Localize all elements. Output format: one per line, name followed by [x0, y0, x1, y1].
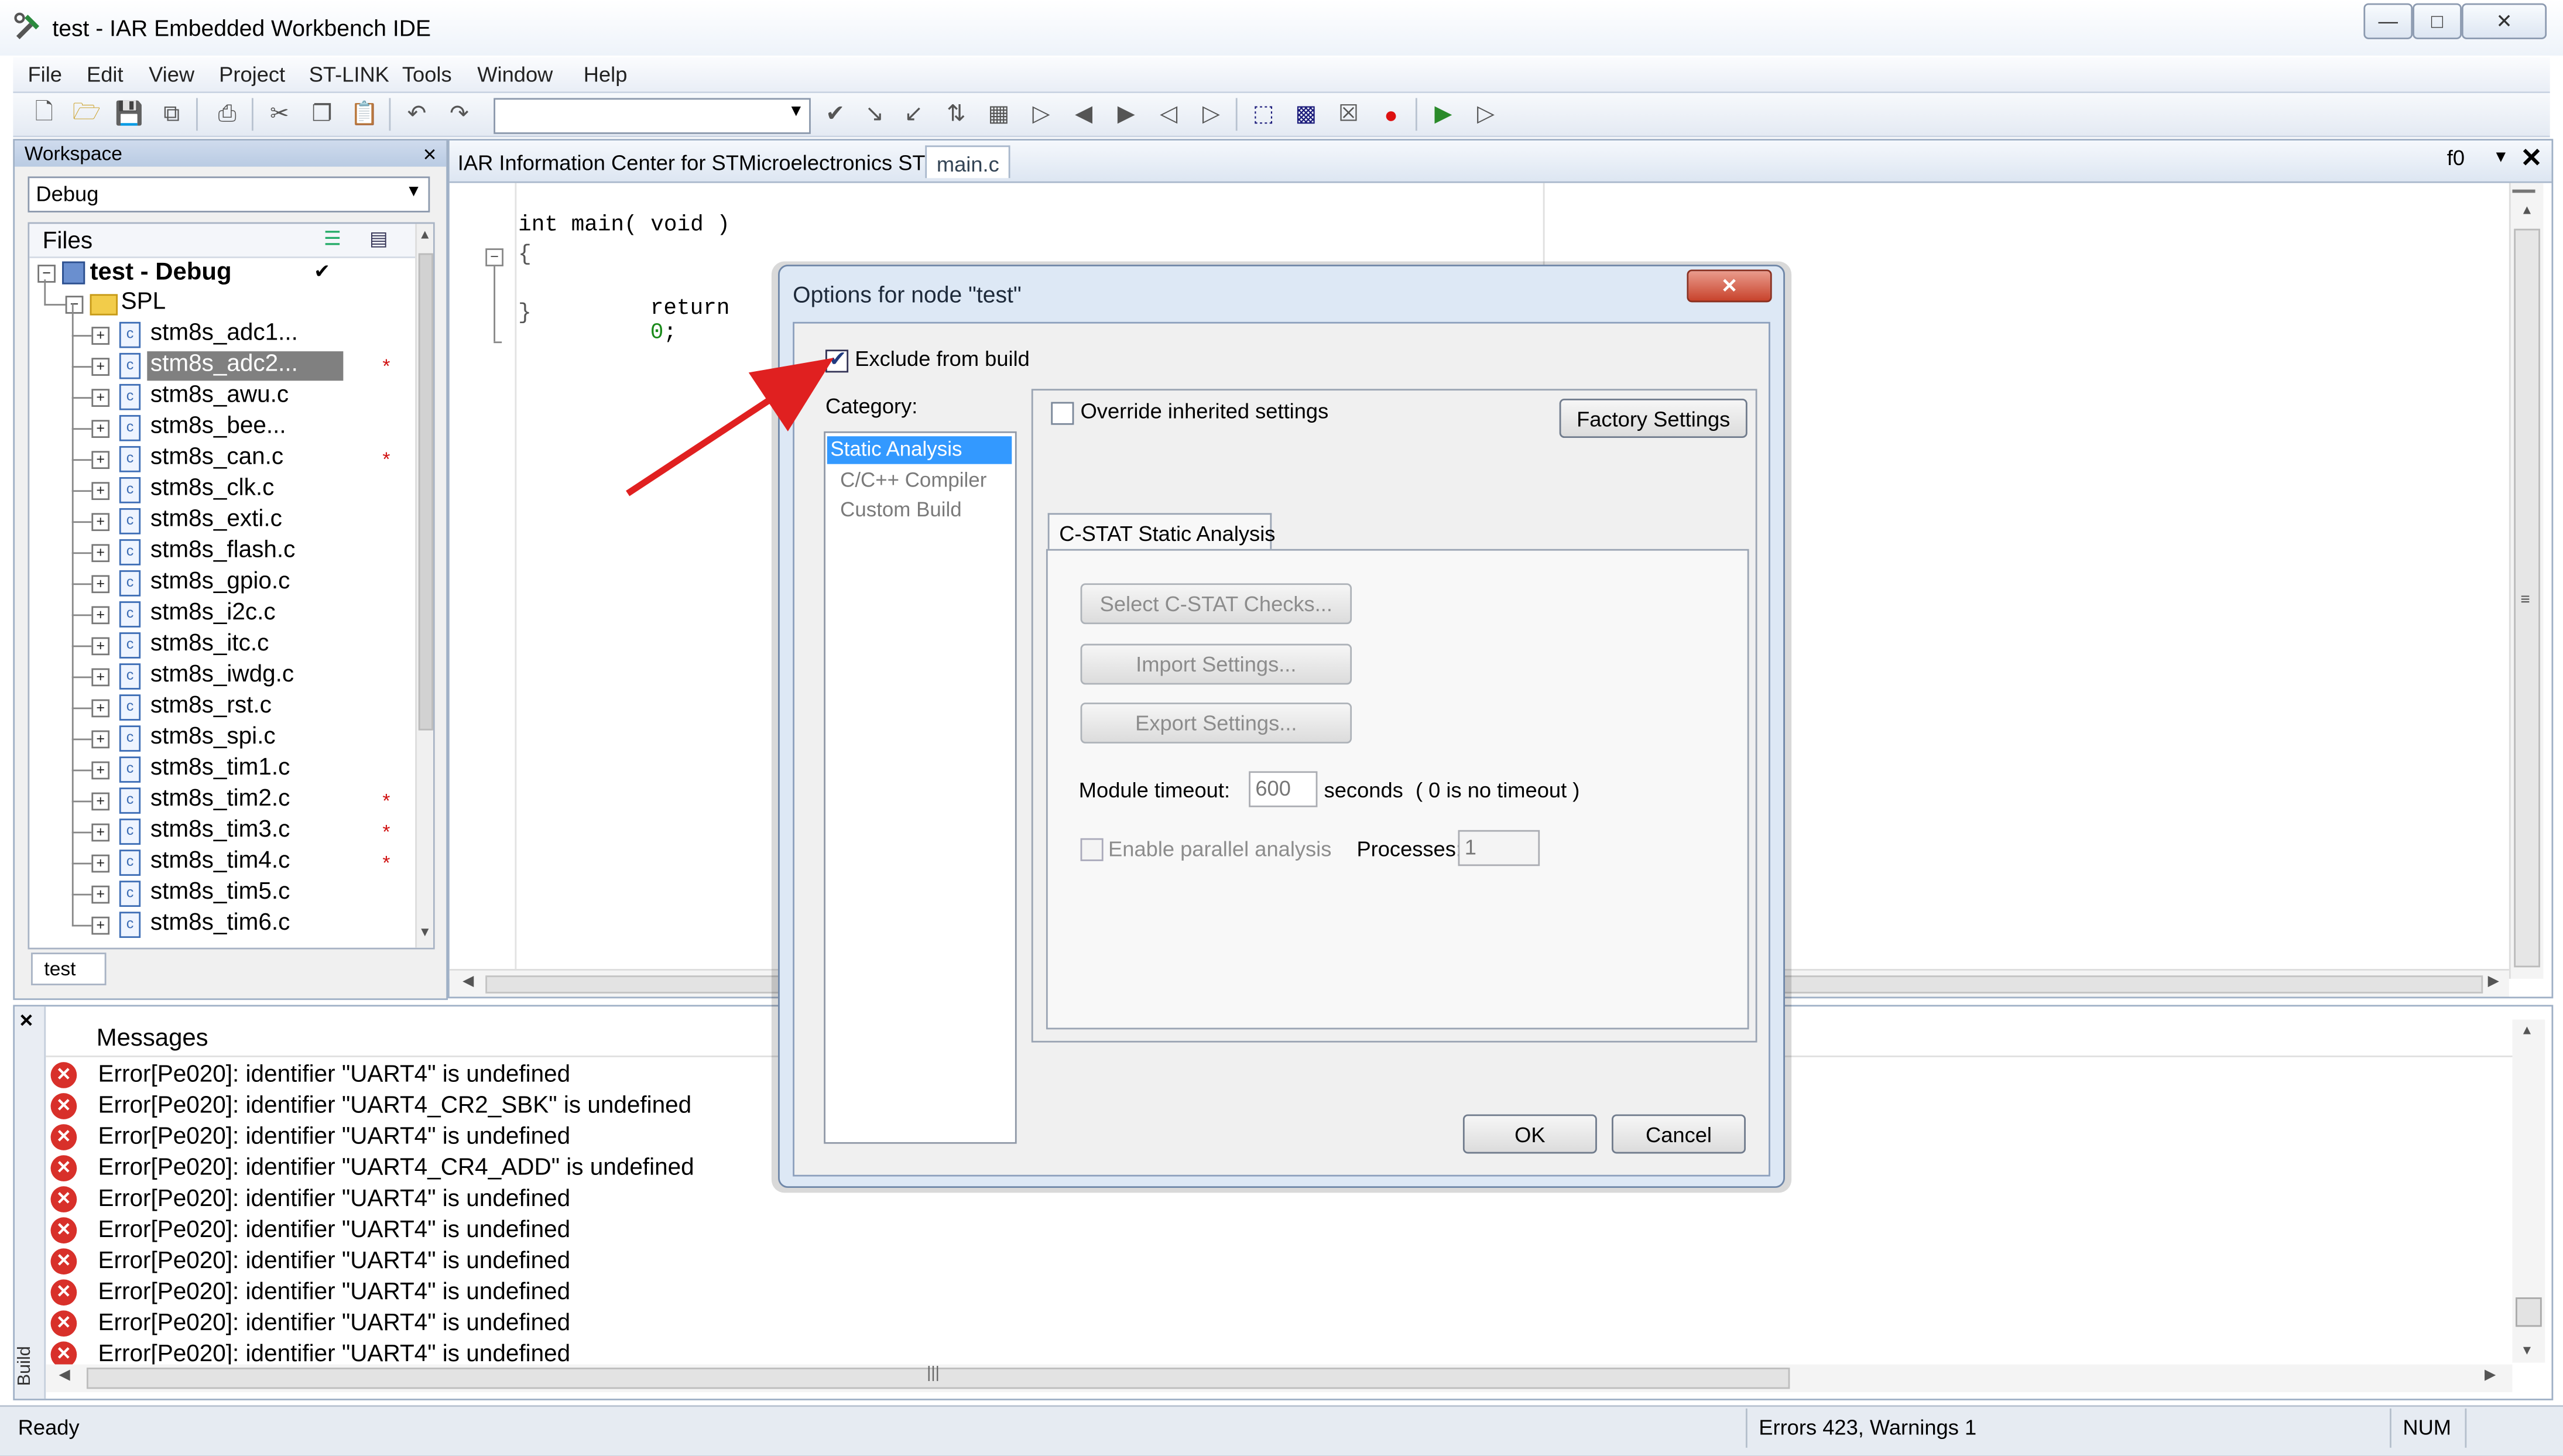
ide-window: test - IAR Embedded Workbench IDE — □ ✕ …	[0, 0, 2563, 1456]
annotation-arrow	[626, 358, 834, 496]
